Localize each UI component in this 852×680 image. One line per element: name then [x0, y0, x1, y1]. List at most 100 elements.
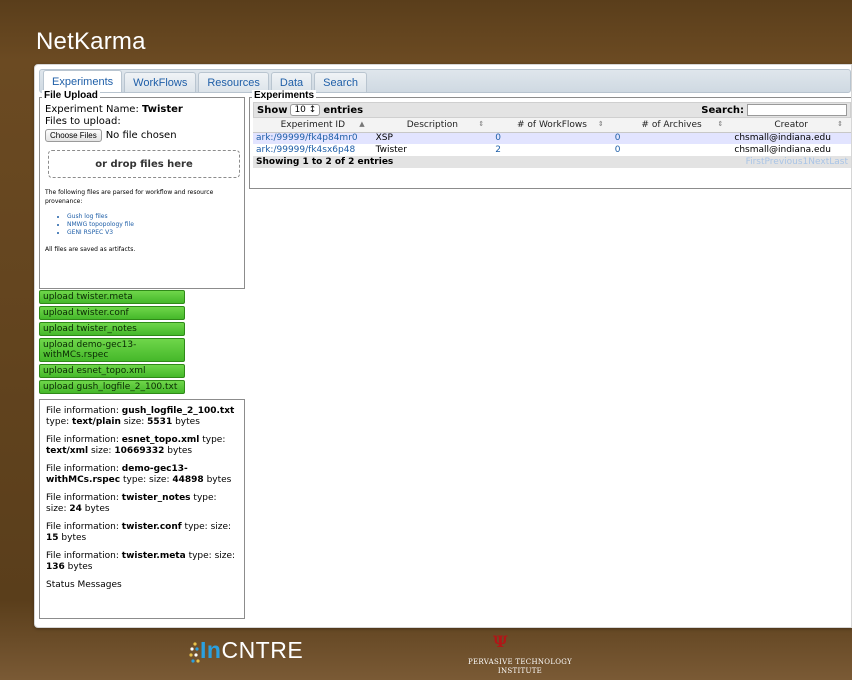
file-info-entry: File information: twister.meta type: siz…	[46, 551, 238, 573]
size-unit: bytes	[67, 562, 93, 572]
file-info-entry: File information: demo-gec13-withMCs.rsp…	[46, 464, 238, 486]
drop-zone[interactable]: or drop files here	[48, 150, 240, 178]
entries-label: entries	[323, 104, 364, 116]
column-header-description[interactable]: Description ⇕	[372, 118, 493, 133]
upload-button[interactable]: upload esnet_topo.xml	[39, 364, 185, 378]
upload-button[interactable]: upload twister_notes	[39, 322, 185, 336]
file-type: text/xml	[46, 446, 89, 456]
choose-files-button[interactable]: Choose Files	[45, 129, 102, 142]
tab-bar: Experiments WorkFlows Resources Data Sea…	[39, 69, 851, 93]
file-type-item: Gush log files	[67, 213, 239, 221]
column-label: Experiment ID	[280, 119, 346, 130]
file-type: text/plain	[72, 417, 121, 427]
search-label: Search:	[701, 104, 744, 116]
cell-archives: 0	[614, 133, 621, 144]
upload-button[interactable]: upload twister.conf	[39, 306, 185, 320]
type-label: type:	[193, 493, 217, 503]
tab-workflows[interactable]: WorkFlows	[124, 72, 197, 92]
sort-icon: ⇕	[597, 119, 604, 128]
file-type-item: GENI RSPEC V3	[67, 229, 239, 237]
size-label: size:	[46, 504, 67, 514]
file-name: twister.meta	[121, 551, 186, 561]
size-label: size:	[210, 522, 232, 532]
select-arrows-icon: ↕	[308, 105, 317, 115]
file-size: 5531	[147, 417, 173, 427]
experiments-panel: Experiments Show 10 ↕ entries Search: Ex…	[249, 90, 851, 189]
upload-button[interactable]: upload demo-gec13-withMCs.rspec	[39, 338, 185, 362]
app-title: NetKarma	[36, 28, 146, 55]
file-info-prefix: File information:	[46, 522, 119, 532]
tab-resources[interactable]: Resources	[198, 72, 269, 92]
cell-experiment-id[interactable]: ark:/99999/fk4sx6p48	[253, 144, 373, 156]
size-label: size:	[123, 417, 145, 427]
pti-line-1: PERVASIVE TECHNOLOGY	[467, 658, 572, 666]
upload-list: upload twister.meta upload twister.conf …	[39, 290, 185, 396]
show-label: Show	[257, 104, 288, 116]
file-size: 15	[46, 533, 59, 543]
upload-button[interactable]: upload twister.meta	[39, 290, 185, 304]
column-label: # of WorkFlows	[517, 119, 587, 130]
size-unit: bytes	[167, 446, 193, 456]
tab-experiments[interactable]: Experiments	[43, 70, 123, 92]
pagination[interactable]: FirstPrevious1NextLast	[746, 157, 848, 167]
experiments-table: Experiment ID ▲ Description ⇕ # of WorkFlo…	[253, 118, 851, 156]
size-unit: bytes	[206, 475, 232, 485]
column-header-archives[interactable]: # of Archives ⇕	[611, 118, 732, 133]
file-upload-panel: File Upload Experiment Name: Twister Fil…	[39, 90, 245, 289]
file-info-prefix: File information:	[46, 435, 119, 445]
cell-description: XSP	[375, 133, 393, 144]
column-header-experiment-id[interactable]: Experiment ID ▲	[253, 118, 373, 133]
cell-creator: chsmall@indiana.edu	[734, 133, 831, 144]
file-size: 24	[69, 504, 82, 514]
column-label: # of Archives	[641, 119, 702, 130]
file-info-entry: File information: esnet_topo.xml type: t…	[46, 435, 238, 457]
file-info-prefix: File information:	[46, 551, 119, 561]
search-input[interactable]	[747, 104, 847, 116]
column-header-creator[interactable]: Creator ⇕	[731, 118, 851, 133]
file-type-list: Gush log files NMWG topopology file GENI…	[67, 213, 239, 237]
table-header-row: Experiment ID ▲ Description ⇕ # of WorkFlo…	[253, 118, 851, 133]
file-name: twister.conf	[121, 522, 182, 532]
experiment-name-value: Twister	[142, 104, 183, 115]
incntre-logo: InCNTRE	[200, 637, 303, 664]
size-label: size:	[214, 551, 236, 561]
artifacts-note: All files are saved as artifacts.	[45, 246, 136, 253]
experiment-name-line: Experiment Name: Twister	[45, 104, 239, 116]
status-messages: Status Messages	[46, 580, 122, 590]
tab-data[interactable]: Data	[270, 72, 313, 92]
files-to-upload-label: Files to upload:	[45, 116, 121, 127]
incntre-logo-rest: CNTRE	[221, 637, 304, 663]
sort-icon: ⇕	[717, 119, 724, 128]
file-info-prefix: File information:	[46, 464, 119, 474]
file-info-entry: File information: twister_notes type: si…	[46, 493, 238, 515]
size-label: size:	[149, 475, 170, 485]
upload-button[interactable]: upload gush_logfile_2_100.txt	[39, 380, 185, 394]
sort-icon: ⇕	[837, 119, 843, 128]
file-size: 44898	[172, 475, 204, 485]
file-size: 136	[46, 562, 65, 572]
type-label: type:	[184, 522, 208, 532]
column-header-workflows[interactable]: # of WorkFlows ⇕	[492, 118, 612, 133]
table-row[interactable]: ark:/99999/fk4p84mr0 XSP 0 0 chsmall@ind…	[253, 132, 851, 144]
cell-experiment-id[interactable]: ark:/99999/fk4p84mr0	[253, 132, 373, 144]
type-label: type:	[202, 435, 226, 445]
table-info: Showing 1 to 2 of 2 entries	[256, 157, 394, 167]
file-name: twister_notes	[121, 493, 191, 503]
incntre-logo-prefix: In	[200, 637, 222, 663]
file-info-entry: File information: twister.conf type: siz…	[46, 522, 238, 544]
cell-workflows: 2	[495, 145, 501, 155]
size-unit: bytes	[61, 533, 87, 543]
experiment-name-label: Experiment Name:	[45, 104, 139, 115]
size-unit: bytes	[84, 504, 110, 514]
table-row[interactable]: ark:/99999/fk4sx6p48 Twister 2 0 chsmall…	[253, 144, 851, 156]
cell-description: Twister	[375, 145, 407, 155]
experiments-legend: Experiments	[252, 90, 317, 101]
entries-per-page-select[interactable]: 10 ↕	[290, 104, 321, 116]
type-label: type:	[46, 417, 70, 427]
file-size: 10669332	[114, 446, 165, 456]
size-label: size:	[90, 446, 112, 456]
file-info-prefix: File information:	[46, 406, 119, 416]
tab-search[interactable]: Search	[314, 72, 368, 92]
column-label: Creator	[774, 119, 808, 130]
main-panel: Experiments WorkFlows Resources Data Sea…	[34, 64, 852, 628]
